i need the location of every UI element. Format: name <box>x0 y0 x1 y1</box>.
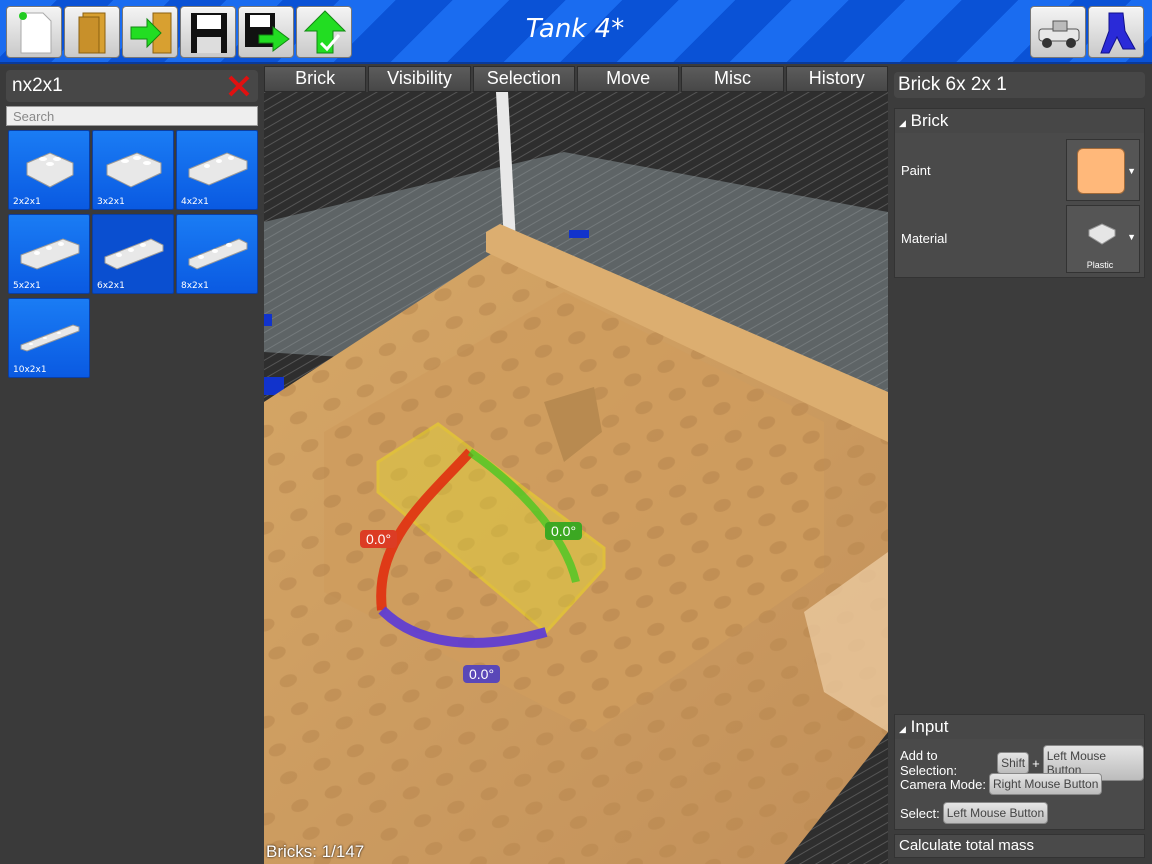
brick-tile-label: 2x2x1 <box>13 197 41 207</box>
document-title: Tank 4* <box>525 14 625 44</box>
brick-tile-label: 4x2x1 <box>181 197 209 207</box>
brick-3x2x1-icon <box>106 152 162 188</box>
bricks-count: Bricks: 1/147 <box>266 842 365 861</box>
input-section: ◢ Input Add to Selection: Shift + Left M… <box>894 714 1145 830</box>
brick-tile-label: 5x2x1 <box>13 281 41 291</box>
new-file-icon <box>19 12 52 54</box>
calculate-mass-button[interactable]: Calculate total mass <box>894 834 1145 858</box>
brick-5x2x1-icon <box>20 238 80 270</box>
save-as-icon <box>245 13 290 52</box>
paint-color-picker[interactable]: ▼ <box>1066 139 1140 201</box>
brick-catalog: nx2x1 Search 2x2x1 3x2x1 4x2x1 5x2x1 6x2… <box>0 66 264 864</box>
tab-brick[interactable]: Brick <box>264 66 367 92</box>
brick-2x2x1-icon <box>26 152 74 188</box>
brick-tile-label: 6x2x1 <box>97 281 125 291</box>
rotation-y-readout: 0.0° <box>545 522 583 540</box>
plus-sign: + <box>1032 755 1040 771</box>
right-mouse-key: Right Mouse Button <box>988 773 1103 795</box>
brick-8x2x1-icon <box>188 238 248 270</box>
open-button[interactable] <box>64 6 120 58</box>
brick-tile-selected[interactable]: 6x2x1 <box>92 214 174 294</box>
tab-history[interactable]: History <box>785 66 888 92</box>
brick-10x2x1-icon <box>20 324 80 352</box>
catalog-filter-text: nx2x1 <box>12 75 63 96</box>
import-icon <box>130 12 172 54</box>
upload-button[interactable] <box>296 6 352 58</box>
import-button[interactable] <box>122 6 178 58</box>
inspector-panel: Brick 6x 2x 1 ◢ Brick Paint ▼ Material ▼… <box>888 66 1152 864</box>
close-icon[interactable] <box>226 73 252 99</box>
collapse-triangle-icon: ◢ <box>899 118 906 128</box>
save-as-button[interactable] <box>238 6 294 58</box>
dropdown-caret-icon: ▼ <box>1127 166 1136 176</box>
3d-viewport[interactable]: 0.0° 0.0° 0.0° Bricks: 1/147 <box>264 92 888 864</box>
section-header[interactable]: ◢ Input <box>895 715 1144 739</box>
save-icon <box>191 13 227 53</box>
character-icon <box>1100 12 1136 54</box>
open-folder-icon <box>78 12 106 54</box>
brick-tile-label: 10x2x1 <box>13 365 47 375</box>
rotation-x-readout: 0.0° <box>360 530 398 548</box>
tab-selection[interactable]: Selection <box>472 66 575 92</box>
select-left-mouse-key: Left Mouse Button <box>942 802 1049 824</box>
brick-6x2x1-icon <box>104 238 164 270</box>
tab-visibility[interactable]: Visibility <box>368 66 471 92</box>
input-section-title: Input <box>910 717 949 736</box>
brick-tile[interactable]: 2x2x1 <box>8 130 90 210</box>
dropdown-caret-icon: ▼ <box>1127 232 1136 242</box>
brick-4x2x1-icon <box>188 152 248 186</box>
catalog-filter[interactable]: nx2x1 <box>6 70 258 102</box>
brick-tile[interactable]: 10x2x1 <box>8 298 90 378</box>
search-placeholder: Search <box>13 109 55 124</box>
plastic-brick-icon <box>1088 223 1116 245</box>
select-row: Select: Left Mouse Button <box>900 802 1049 824</box>
editor-tabs: Brick Visibility Selection Move Misc His… <box>264 66 888 92</box>
save-button[interactable] <box>180 6 236 58</box>
scene-render <box>264 92 888 864</box>
brick-section-title: Brick <box>910 111 949 130</box>
rotation-z-readout: 0.0° <box>463 665 501 683</box>
character-button[interactable] <box>1088 6 1144 58</box>
shift-key: Shift <box>997 752 1030 774</box>
tab-misc[interactable]: Misc <box>681 66 784 92</box>
vehicle-icon <box>1038 20 1080 48</box>
selected-brick-name: Brick 6x 2x 1 <box>894 72 1145 98</box>
paint-label: Paint <box>901 163 931 178</box>
material-picker[interactable]: ▼ Plastic <box>1066 205 1140 273</box>
material-value: Plastic <box>1086 260 1114 270</box>
vehicle-button[interactable] <box>1030 6 1086 58</box>
section-header[interactable]: ◢ Brick <box>895 109 1144 133</box>
top-toolbar: Tank 4* <box>0 0 1152 64</box>
search-input[interactable]: Search <box>6 106 258 126</box>
collapse-triangle-icon: ◢ <box>899 724 906 734</box>
tab-move[interactable]: Move <box>576 66 680 92</box>
camera-mode-label: Camera Mode: <box>900 776 986 792</box>
brick-tile[interactable]: 8x2x1 <box>176 214 258 294</box>
select-label: Select: <box>900 805 940 821</box>
paint-swatch <box>1077 148 1125 194</box>
brick-tile-label: 3x2x1 <box>97 197 125 207</box>
upload-icon <box>303 10 347 54</box>
brick-properties-section: ◢ Brick Paint ▼ Material ▼ Plastic <box>894 108 1145 278</box>
brick-tile[interactable]: 4x2x1 <box>176 130 258 210</box>
brick-tile[interactable]: 3x2x1 <box>92 130 174 210</box>
new-file-button[interactable] <box>6 6 62 58</box>
camera-mode-row: Camera Mode: Right Mouse Button <box>900 773 1103 795</box>
brick-tile[interactable]: 5x2x1 <box>8 214 90 294</box>
brick-tile-label: 8x2x1 <box>181 281 209 291</box>
material-label: Material <box>901 231 948 246</box>
